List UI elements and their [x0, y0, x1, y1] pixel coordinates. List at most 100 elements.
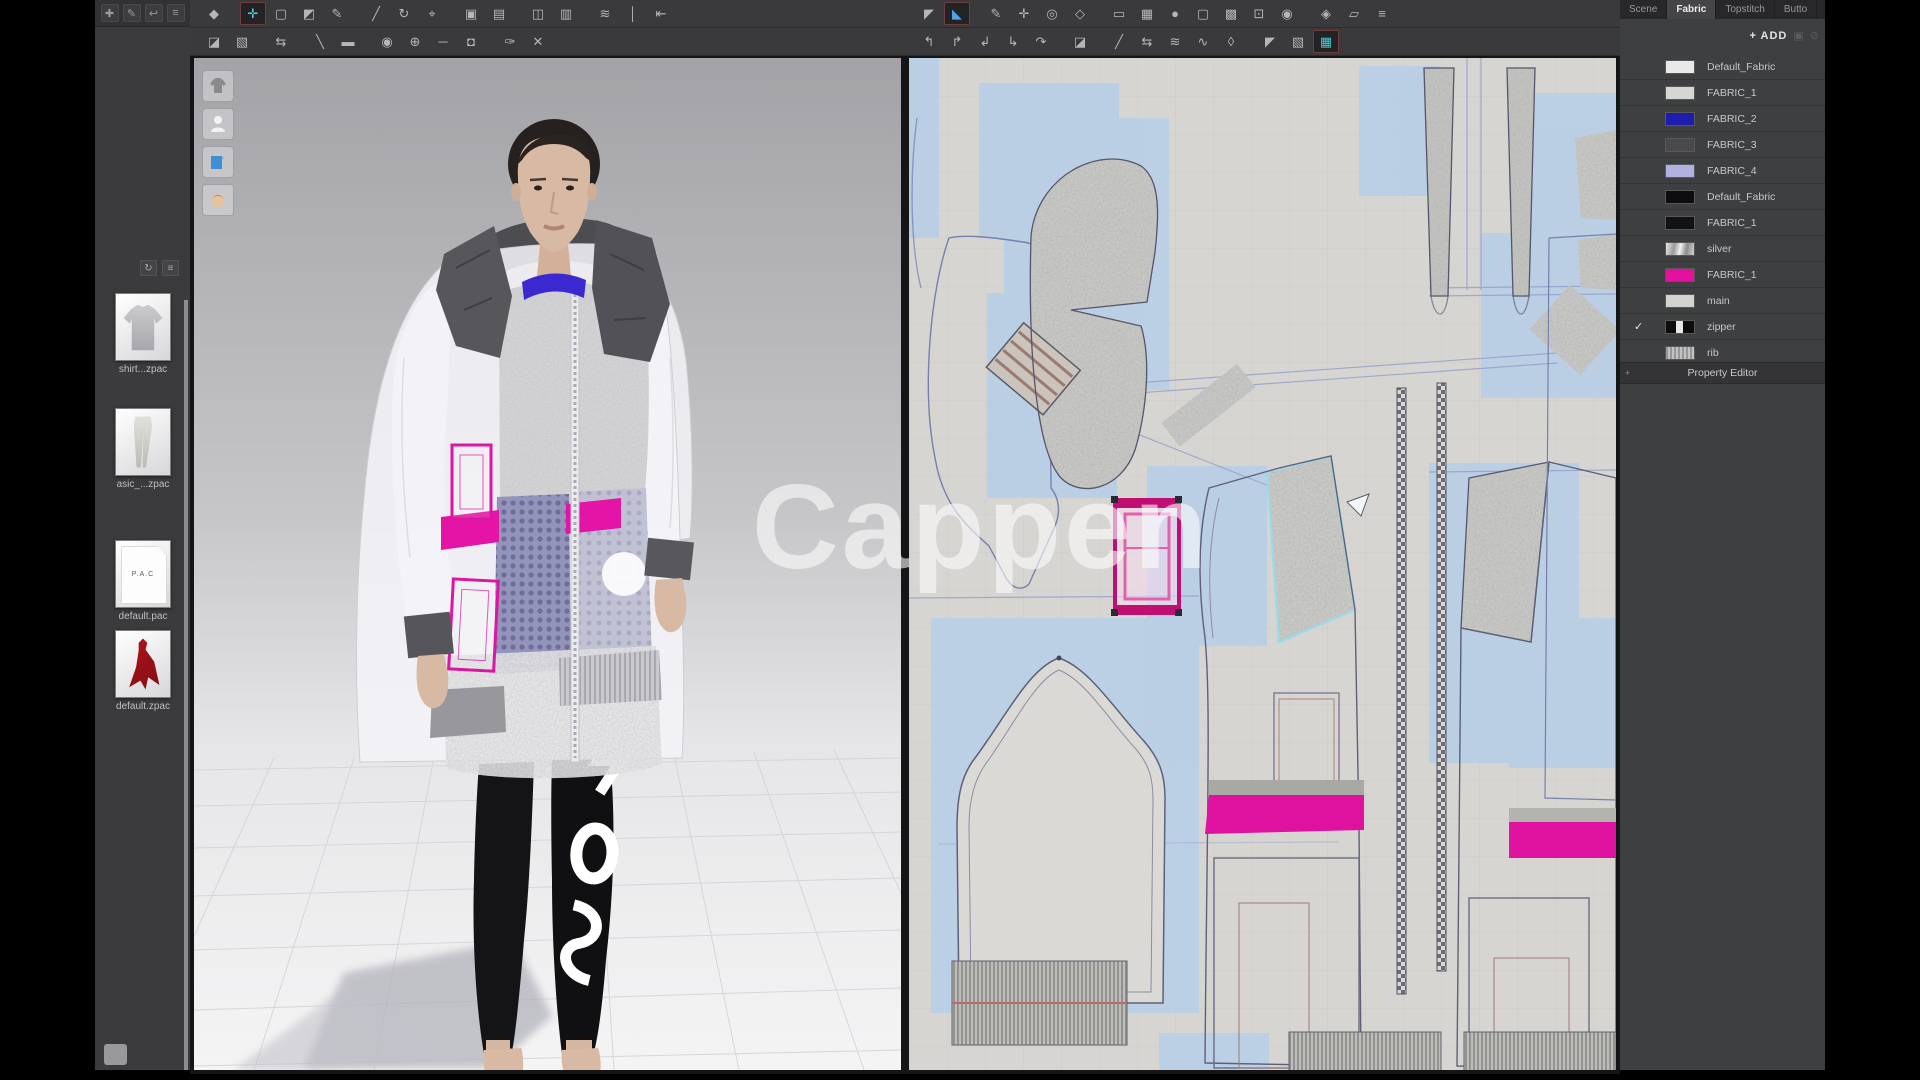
dart-icon[interactable]: ◈: [1313, 2, 1339, 25]
pleats-icon[interactable]: ≡: [1369, 2, 1395, 25]
clone-paste-icon[interactable]: ↲: [972, 30, 998, 53]
fabric-swatch[interactable]: [1665, 138, 1695, 152]
fabric-item[interactable]: FABRIC_1: [1620, 210, 1825, 236]
sidebar-splitter[interactable]: [184, 300, 188, 1070]
corner-button[interactable]: [104, 1044, 127, 1065]
internal-circle-icon[interactable]: ◉: [1274, 2, 1300, 25]
seam-allowance-icon[interactable]: ⇆: [1134, 30, 1160, 53]
clone-rotate-icon[interactable]: ↳: [1000, 30, 1026, 53]
library-file[interactable]: default.zpac: [99, 630, 187, 712]
walk-pose-icon[interactable]: ▥: [553, 2, 579, 25]
garment-select-icon[interactable]: ◪: [201, 30, 227, 53]
copy-fabric-icon[interactable]: ▣: [1793, 29, 1803, 42]
list-view-icon[interactable]: ≡: [162, 260, 179, 276]
edit-pattern-icon[interactable]: ✎: [983, 2, 1009, 25]
texture-select-icon[interactable]: ◤: [1257, 30, 1283, 53]
panel-tab[interactable]: Butto: [1775, 0, 1817, 19]
fabric-item[interactable]: FABRIC_2: [1620, 106, 1825, 132]
clone-flip-icon[interactable]: ↷: [1028, 30, 1054, 53]
pin-2d-icon[interactable]: ◊: [1218, 30, 1244, 53]
polygon-icon[interactable]: ▭: [1106, 2, 1132, 25]
show-pattern-button[interactable]: [202, 146, 234, 178]
fabric-item[interactable]: Default_Fabric: [1620, 184, 1825, 210]
edit-file-icon[interactable]: ✎: [123, 4, 141, 22]
fabric-swatch[interactable]: [1665, 294, 1695, 308]
texture-garment-icon[interactable]: ▧: [1285, 30, 1311, 53]
button-icon[interactable]: ◉: [374, 30, 400, 53]
sew-free-icon[interactable]: ▬: [335, 30, 361, 53]
show-texture-icon[interactable]: ▦: [1313, 30, 1339, 53]
rotate-gizmo-icon[interactable]: ↻: [391, 2, 417, 25]
attach-line-icon[interactable]: ─: [430, 30, 456, 53]
select-box-icon[interactable]: ▢: [268, 2, 294, 25]
rectangle-icon[interactable]: ▦: [1134, 2, 1160, 25]
fabric-swatch[interactable]: [1665, 216, 1695, 230]
panel-tab[interactable]: Scene: [1620, 0, 1667, 19]
trace-icon[interactable]: ▱: [1341, 2, 1367, 25]
transform-gizmo-icon[interactable]: ◩: [296, 2, 322, 25]
show-avatar-button[interactable]: [202, 108, 234, 140]
garment-layer-icon[interactable]: ▤: [486, 2, 512, 25]
file-thumbnail[interactable]: [115, 408, 171, 476]
symmetry-icon[interactable]: ⇆: [268, 30, 294, 53]
scissors-icon[interactable]: ✕: [525, 30, 551, 53]
avatar-display-icon[interactable]: ◫: [525, 2, 551, 25]
fabric-swatch[interactable]: [1665, 320, 1695, 334]
file-thumbnail[interactable]: [115, 293, 171, 361]
add-fabric-button[interactable]: + ADD: [1749, 30, 1787, 42]
sync-library-icon[interactable]: ↻: [140, 260, 157, 276]
fabric-swatch[interactable]: [1665, 164, 1695, 178]
file-thumbnail[interactable]: P.A.C: [115, 540, 171, 608]
stack-icon[interactable]: ≋: [592, 2, 618, 25]
shirring-icon[interactable]: ∿: [1190, 30, 1216, 53]
internal-dart-icon[interactable]: ⊡: [1246, 2, 1272, 25]
undo-icon[interactable]: ↩: [145, 4, 163, 22]
panel-tab[interactable]: Fabric: [1667, 0, 1716, 19]
delete-fabric-icon[interactable]: ⊘: [1810, 29, 1819, 42]
select-move-icon[interactable]: ✛: [240, 2, 266, 25]
fabric-swatch[interactable]: [1665, 112, 1695, 126]
internal-rect-icon[interactable]: ▢: [1190, 2, 1216, 25]
fabric-item[interactable]: FABRIC_1: [1620, 262, 1825, 288]
simulate-icon[interactable]: ◆: [201, 2, 227, 25]
ruler-icon[interactable]: │: [620, 2, 646, 25]
show-garment-button[interactable]: [202, 70, 234, 102]
fabric-swatch[interactable]: [1665, 60, 1695, 74]
show-face-button[interactable]: [202, 184, 234, 216]
pattern-select-icon[interactable]: ◤: [916, 2, 942, 25]
library-file[interactable]: asic_...zpac: [99, 408, 187, 490]
tape-icon[interactable]: ⇤: [648, 2, 674, 25]
clone-mirror-icon[interactable]: ↱: [944, 30, 970, 53]
elastic-icon[interactable]: ≋: [1162, 30, 1188, 53]
mesh-garment-icon[interactable]: ▧: [229, 30, 255, 53]
viewport-3d[interactable]: [190, 56, 905, 1074]
add-point-icon[interactable]: ✛: [1011, 2, 1037, 25]
trim-pen-icon[interactable]: ✑: [497, 30, 523, 53]
library-file[interactable]: shirt...zpac: [99, 293, 187, 375]
grade-icon[interactable]: ◪: [1067, 30, 1093, 53]
pin-icon[interactable]: ⌖: [419, 2, 445, 25]
edit-curve-icon[interactable]: ◎: [1039, 2, 1065, 25]
fabric-item[interactable]: FABRIC_3: [1620, 132, 1825, 158]
unfold-icon[interactable]: ↰: [916, 30, 942, 53]
selected-magenta-piece[interactable]: [1111, 496, 1182, 616]
buttonhole-icon[interactable]: ⊕: [402, 30, 428, 53]
circle-icon[interactable]: ●: [1162, 2, 1188, 25]
fabric-tag-icon[interactable]: ◘: [458, 30, 484, 53]
panel-tab[interactable]: Topstitch: [1716, 0, 1774, 19]
edit-sculpt-icon[interactable]: ✎: [324, 2, 350, 25]
pen-3d-icon[interactable]: ╱: [363, 2, 389, 25]
fabric-swatch[interactable]: [1665, 268, 1695, 282]
fabric-swatch[interactable]: [1665, 190, 1695, 204]
add-file-icon[interactable]: ✚: [101, 4, 119, 22]
viewport-2d[interactable]: [905, 56, 1620, 1074]
internal-grid-icon[interactable]: ▩: [1218, 2, 1244, 25]
fabric-swatch[interactable]: [1665, 346, 1695, 360]
fabric-item[interactable]: main: [1620, 288, 1825, 314]
transform-pattern-icon[interactable]: ◣: [944, 2, 970, 25]
fabric-swatch[interactable]: [1665, 86, 1695, 100]
fabric-item[interactable]: FABRIC_4: [1620, 158, 1825, 184]
fabric-item[interactable]: FABRIC_1: [1620, 80, 1825, 106]
fabric-item[interactable]: ✓ zipper: [1620, 314, 1825, 340]
menu-icon[interactable]: ≡: [167, 4, 185, 22]
